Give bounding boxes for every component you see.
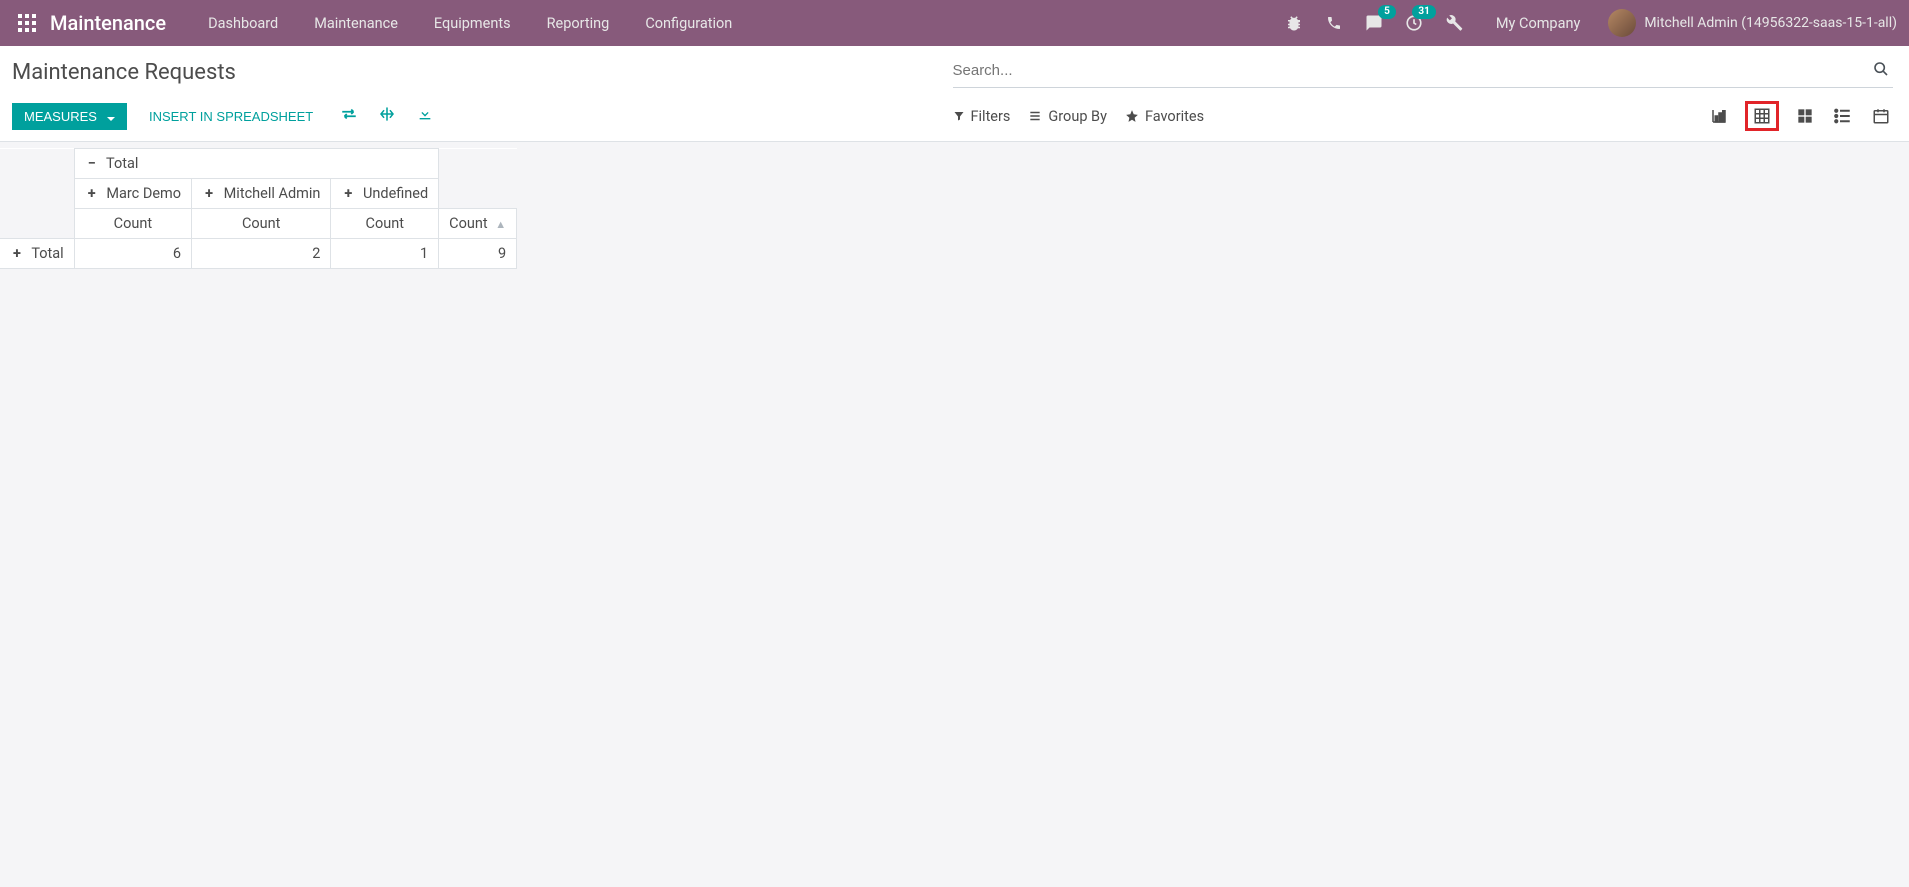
view-graph-icon[interactable] [1707, 104, 1731, 128]
tools-icon[interactable] [1440, 9, 1468, 37]
app-brand[interactable]: Maintenance [50, 11, 166, 35]
col-header[interactable]: + Undefined [331, 179, 439, 209]
measure-header[interactable]: Count ▲ [439, 209, 517, 239]
search-icon[interactable] [1869, 59, 1893, 83]
measure-header[interactable]: Count [331, 209, 439, 239]
pivot-cell[interactable]: 6 [74, 239, 191, 269]
col-header[interactable]: + Mitchell Admin [192, 179, 331, 209]
view-kanban-icon[interactable] [1793, 104, 1817, 128]
star-icon [1125, 109, 1139, 123]
expand-all-icon[interactable] [373, 106, 401, 126]
main-navbar: Maintenance Dashboard Maintenance Equipm… [0, 0, 1909, 46]
control-panel: Maintenance Requests MEASURES INSERT IN … [0, 46, 1909, 142]
search-box[interactable] [953, 56, 1894, 88]
filters-dropdown[interactable]: Filters [953, 108, 1011, 125]
view-pivot-icon[interactable] [1745, 101, 1779, 131]
funnel-icon [953, 110, 965, 122]
insert-spreadsheet-button[interactable]: INSERT IN SPREADSHEET [137, 103, 325, 130]
groupby-dropdown[interactable]: Group By [1028, 108, 1107, 125]
measure-header[interactable]: Count [192, 209, 331, 239]
measures-button[interactable]: MEASURES [12, 103, 127, 130]
measures-label: MEASURES [24, 109, 97, 124]
minus-icon: − [85, 155, 99, 172]
pivot-cell[interactable]: 2 [192, 239, 331, 269]
breadcrumb: Maintenance Requests [12, 56, 953, 95]
favorites-dropdown[interactable]: Favorites [1125, 108, 1204, 125]
favorites-label: Favorites [1145, 108, 1204, 125]
view-calendar-icon[interactable] [1869, 104, 1893, 128]
nav-equipments[interactable]: Equipments [416, 0, 529, 46]
debug-icon[interactable] [1280, 9, 1308, 37]
nav-reporting[interactable]: Reporting [529, 0, 628, 46]
view-list-icon[interactable] [1831, 104, 1855, 128]
apps-icon[interactable] [16, 12, 38, 34]
list-icon [1028, 110, 1042, 122]
view-switcher [1707, 101, 1893, 131]
user-name: Mitchell Admin (14956322-saas-15-1-all) [1644, 15, 1897, 31]
measure-header[interactable]: Count [74, 209, 191, 239]
company-selector[interactable]: My Company [1480, 15, 1596, 32]
activities-icon[interactable]: 31 [1400, 9, 1428, 37]
search-input[interactable] [953, 58, 1870, 83]
plus-icon: + [202, 185, 216, 202]
messages-icon[interactable]: 5 [1360, 9, 1388, 37]
groupby-label: Group By [1048, 108, 1107, 125]
messages-badge: 5 [1378, 5, 1396, 19]
pivot-cell[interactable]: 1 [331, 239, 439, 269]
col-header[interactable]: + Marc Demo [74, 179, 191, 209]
pivot-cell-total[interactable]: 9 [439, 239, 517, 269]
sort-asc-icon: ▲ [495, 218, 506, 231]
phone-icon[interactable] [1320, 9, 1348, 37]
nav-configuration[interactable]: Configuration [627, 0, 750, 46]
pivot-table: − Total + Marc Demo + Mitchell Admin + U… [0, 148, 517, 269]
plus-icon: + [10, 245, 24, 262]
nav-maintenance[interactable]: Maintenance [296, 0, 416, 46]
user-menu[interactable]: Mitchell Admin (14956322-saas-15-1-all) [1608, 9, 1901, 37]
avatar [1608, 9, 1636, 37]
flip-axis-icon[interactable] [335, 107, 363, 125]
plus-icon: + [341, 185, 355, 202]
plus-icon: + [85, 185, 99, 202]
activities-badge: 31 [1412, 5, 1435, 19]
filters-label: Filters [971, 108, 1011, 125]
row-total-header[interactable]: + Total [0, 239, 74, 269]
caret-down-icon [103, 109, 115, 124]
col-total-header[interactable]: − Total [74, 149, 438, 179]
table-row: + Total 6 2 1 9 [0, 239, 517, 269]
pivot-view: − Total + Marc Demo + Mitchell Admin + U… [0, 148, 1909, 269]
nav-dashboard[interactable]: Dashboard [190, 0, 296, 46]
download-icon[interactable] [411, 106, 439, 126]
